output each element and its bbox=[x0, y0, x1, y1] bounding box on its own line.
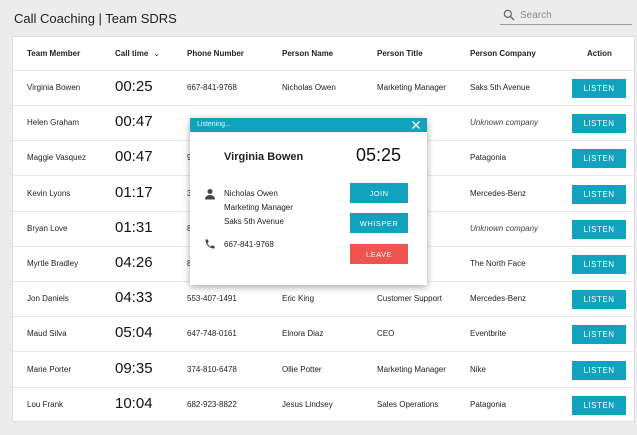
person-company-cell: Patagonia bbox=[470, 153, 507, 163]
call-time-cell: 04:33 bbox=[115, 289, 153, 307]
chevron-down-icon[interactable]: ⌄ bbox=[153, 49, 160, 58]
column-header-call-time[interactable]: Call time ⌄ bbox=[115, 49, 160, 58]
team-member-cell: Maggie Vasquez bbox=[27, 153, 86, 163]
listen-button[interactable]: LISTEN bbox=[572, 255, 626, 274]
person-name-cell: Nicholas Owen bbox=[282, 83, 336, 92]
person-company-cell: Unknown company bbox=[470, 118, 539, 128]
listen-button[interactable]: LISTEN bbox=[572, 325, 626, 345]
table-row: Jon Daniels 04:33 553-407-1491 Eric King Cus… bbox=[13, 282, 634, 318]
call-time-cell: 00:47 bbox=[115, 148, 153, 166]
column-header-person-name: Person Name bbox=[282, 49, 334, 58]
listening-popup: Listening... Virginia Bowen 05:25 Nichol… bbox=[190, 118, 427, 285]
whisper-button[interactable]: WHISPER bbox=[350, 213, 408, 233]
team-member-cell: Lou Frank bbox=[27, 399, 64, 409]
popup-contact-company: Saks 5th Avenue bbox=[224, 217, 284, 226]
close-icon[interactable] bbox=[411, 120, 421, 130]
team-member-cell: Bryan Love bbox=[27, 223, 68, 233]
call-time-cell: 01:17 bbox=[115, 183, 153, 201]
search-icon bbox=[503, 9, 515, 21]
popup-agent-name: Virginia Bowen bbox=[224, 151, 304, 163]
person-company-cell: Saks 5th Avenue bbox=[470, 83, 530, 92]
call-time-cell: 05:04 bbox=[115, 324, 153, 342]
person-title-cell: Marketing Manager bbox=[377, 364, 446, 374]
listen-button[interactable]: LISTEN bbox=[572, 290, 626, 310]
popup-contact-title: Marketing Manager bbox=[224, 203, 293, 212]
top-bar: Call Coaching | Team SDRS bbox=[0, 0, 637, 36]
person-company-cell: Mercedes-Benz bbox=[470, 188, 527, 198]
phone-number-cell: 682-923-8822 bbox=[187, 399, 237, 409]
column-header-team-member: Team Member bbox=[27, 49, 81, 58]
call-time-cell: 00:47 bbox=[115, 113, 153, 131]
listen-button[interactable]: LISTEN bbox=[572, 219, 626, 239]
listen-button[interactable]: LISTEN bbox=[572, 114, 626, 134]
phone-number-cell: 667-841-9768 bbox=[187, 83, 237, 92]
team-member-cell: Jon Daniels bbox=[27, 294, 69, 304]
person-name-cell: Ollie Potter bbox=[282, 364, 322, 374]
person-company-cell: Eventbrite bbox=[470, 329, 507, 339]
listen-button[interactable]: LISTEN bbox=[572, 149, 626, 169]
person-name-cell: Eric King bbox=[282, 294, 315, 304]
call-time-cell: 04:26 bbox=[115, 254, 153, 271]
person-title-cell: Sales Operations bbox=[377, 399, 439, 409]
popup-header: Listening... bbox=[190, 118, 427, 132]
phone-number-cell: 647-748-0161 bbox=[187, 329, 237, 339]
person-company-cell: Patagonia bbox=[470, 399, 507, 409]
table-header: Team Member Call time ⌄ Phone Number Pers… bbox=[13, 37, 634, 71]
listen-button[interactable]: LISTEN bbox=[572, 395, 626, 415]
leave-button[interactable]: LEAVE bbox=[350, 244, 408, 264]
table-row: Lou Frank 10:04 682-923-8822 Jesus Lindsey S… bbox=[13, 388, 634, 423]
person-company-cell: The North Face bbox=[470, 259, 526, 268]
team-member-cell: Myrtle Bradley bbox=[27, 259, 79, 268]
column-header-action: Action bbox=[587, 49, 612, 58]
call-time-cell: 10:04 bbox=[115, 394, 153, 412]
person-company-cell: Unknown company bbox=[470, 223, 539, 233]
team-member-cell: Helen Graham bbox=[27, 118, 80, 128]
person-title-cell: Customer Support bbox=[377, 294, 442, 304]
search-input[interactable] bbox=[520, 8, 628, 23]
listen-button[interactable]: LISTEN bbox=[572, 360, 626, 380]
phone-number-cell: 374-810-6478 bbox=[187, 364, 237, 374]
listen-button[interactable]: LISTEN bbox=[572, 184, 626, 204]
person-title-cell: CEO bbox=[377, 329, 395, 339]
phone-icon bbox=[205, 239, 215, 249]
table-row: Virginia Bowen 00:25 667-841-9768 Nicholas … bbox=[13, 71, 634, 106]
table-row: Maud Silva 05:04 647-748-0161 Elnora Diaz CE… bbox=[13, 317, 634, 353]
popup-contact-name: Nicholas Owen bbox=[224, 189, 278, 198]
person-name-cell: Jesus Lindsey bbox=[282, 399, 333, 409]
search-box[interactable] bbox=[500, 7, 632, 25]
phone-number-cell: 553-407-1491 bbox=[187, 294, 237, 304]
team-member-cell: Kevin Lyons bbox=[27, 188, 71, 198]
person-company-cell: Mercedes-Benz bbox=[470, 294, 527, 304]
person-company-cell: Nike bbox=[470, 364, 487, 374]
team-member-cell: Virginia Bowen bbox=[27, 83, 81, 92]
person-icon bbox=[205, 189, 215, 200]
person-title-cell: Marketing Manager bbox=[377, 83, 446, 92]
person-name-cell: Elnora Diaz bbox=[282, 329, 324, 339]
popup-contact-phone: 667-841-9768 bbox=[224, 240, 274, 249]
column-header-person-title: Person Title bbox=[377, 49, 423, 58]
join-button[interactable]: JOIN bbox=[350, 183, 408, 203]
popup-call-timer: 05:25 bbox=[356, 145, 402, 165]
call-time-cell: 09:35 bbox=[115, 359, 153, 377]
listen-button[interactable]: LISTEN bbox=[572, 79, 626, 98]
call-time-cell: 01:31 bbox=[115, 218, 153, 236]
column-header-call-time-label: Call time bbox=[115, 49, 149, 58]
team-member-cell: Maud Silva bbox=[27, 329, 67, 339]
table-row: Marie Porter 09:35 374-810-6478 Ollie Potte… bbox=[13, 353, 634, 388]
call-time-cell: 00:25 bbox=[115, 78, 153, 95]
column-header-phone-number: Phone Number bbox=[187, 49, 244, 58]
team-member-cell: Marie Porter bbox=[27, 364, 72, 374]
page-title: Call Coaching | Team SDRS bbox=[14, 11, 177, 26]
popup-status: Listening... bbox=[197, 121, 231, 128]
column-header-person-company: Person Company bbox=[470, 49, 536, 58]
